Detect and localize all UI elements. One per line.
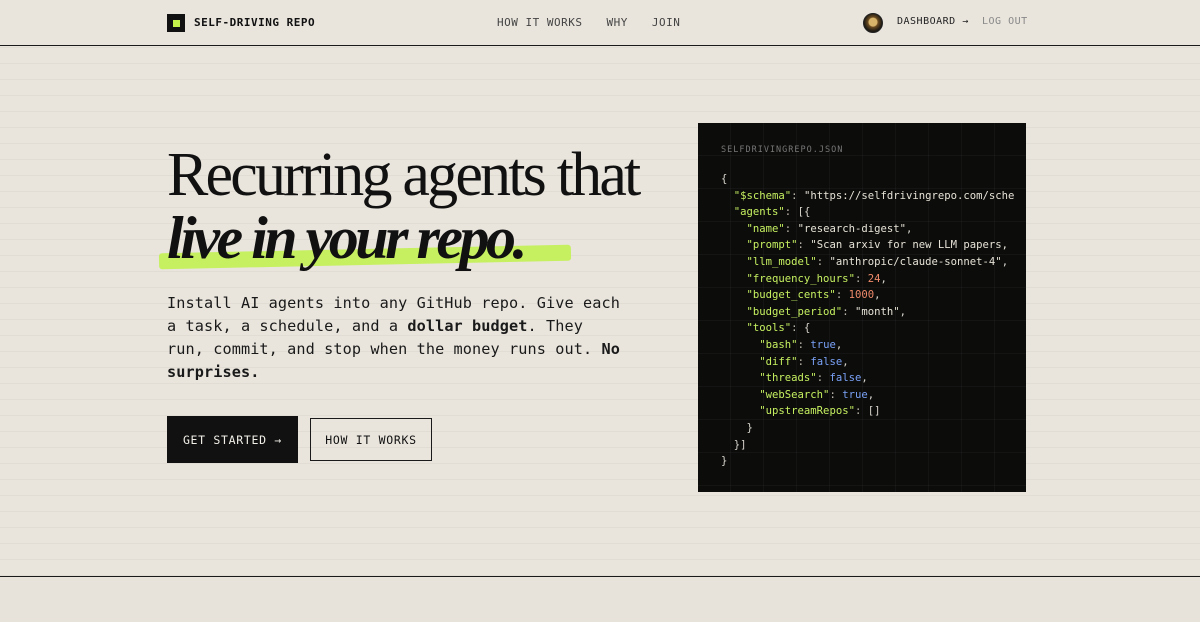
code-line: "llm_model": "anthropic/claude-sonnet-4"… [746, 255, 1009, 268]
code-line: "upstreamRepos": [] [759, 405, 881, 418]
nav-link-how-it-works[interactable]: HOW IT WORKS [497, 16, 582, 29]
get-started-button[interactable]: GET STARTED → [167, 416, 298, 463]
how-it-works-button[interactable]: HOW IT WORKS [310, 418, 432, 461]
next-section [0, 577, 1200, 622]
lead-emphasis-budget: dollar budget [407, 317, 528, 335]
code-line: "budget_period": "month", [746, 305, 907, 318]
code-line: "prompt": "Scan arxiv for new LLM papers… [746, 239, 1009, 252]
code-line: "budget_cents": 1000, [746, 289, 881, 302]
nav-links: HOW IT WORKS WHY JOIN [497, 16, 680, 29]
code-line: "agents": [{ [733, 206, 811, 219]
code-file-name: SELFDRIVINGREPO.JSON [721, 145, 844, 155]
logo-icon[interactable] [167, 14, 185, 32]
code-line: "$schema": "https://selfdrivingrepo.com/… [733, 189, 1015, 202]
code-line: "webSearch": true, [759, 388, 875, 401]
code-line: "diff": false, [759, 355, 849, 368]
top-nav: SELF-DRIVING REPO HOW IT WORKS WHY JOIN … [0, 0, 1200, 46]
code-line: } [721, 421, 753, 434]
code-line: }] [721, 438, 747, 451]
code-line: "bash": true, [759, 338, 843, 351]
code-line: "name": "research-digest", [746, 222, 913, 235]
avatar[interactable] [863, 13, 883, 33]
dashboard-link[interactable]: DASHBOARD → [897, 16, 969, 27]
code-line: "tools": { [746, 322, 811, 335]
nav-link-why[interactable]: WHY [606, 16, 627, 29]
config-code-panel: SELFDRIVINGREPO.JSON { "$schema": "https… [698, 123, 1026, 492]
hero-description: Install AI agents into any GitHub repo. … [167, 292, 627, 384]
hero-headline-line2: live in your repo. [167, 205, 527, 271]
code-block: { "$schema": "https://selfdrivingrepo.co… [721, 171, 1014, 470]
code-line: { [721, 173, 728, 185]
code-line: "threads": false, [759, 372, 868, 385]
brand-name[interactable]: SELF-DRIVING REPO [194, 16, 315, 29]
code-line: "frequency_hours": 24, [746, 272, 887, 285]
code-line: } [721, 455, 728, 468]
logout-link[interactable]: LOG OUT [982, 16, 1028, 27]
nav-link-join[interactable]: JOIN [652, 16, 681, 29]
hero-headline-line1: Recurring agents that [167, 141, 641, 209]
